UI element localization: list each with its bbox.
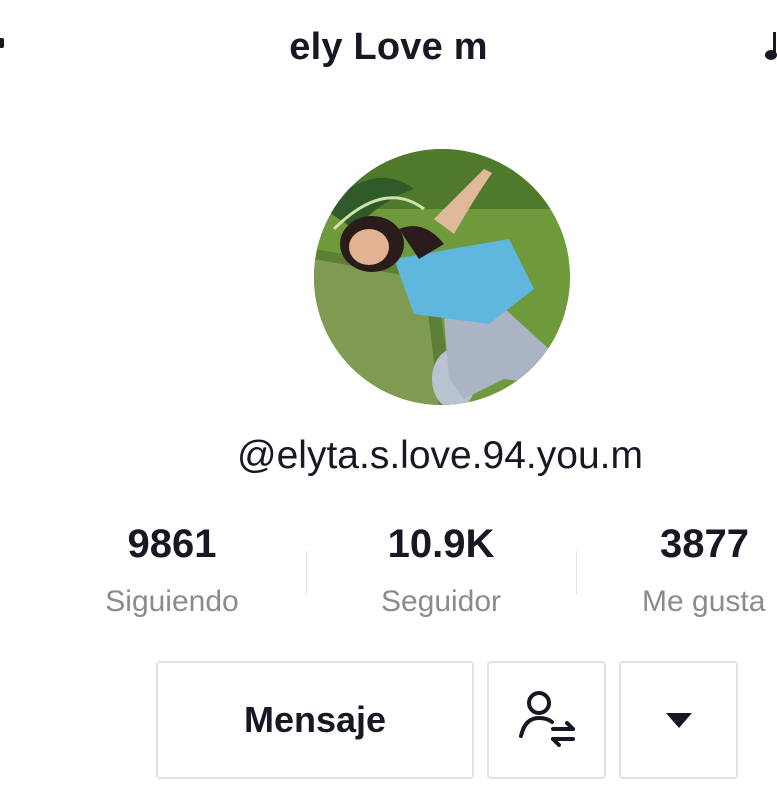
avatar[interactable] — [314, 149, 570, 405]
following-label: Siguiendo — [105, 585, 239, 618]
username-handle: @elyta.s.love.94.you.m — [237, 434, 643, 477]
caret-down-icon — [665, 713, 692, 728]
stat-likes[interactable]: 3877 Me gusta — [642, 520, 777, 620]
following-count: 9861 — [127, 522, 217, 566]
likes-label: Me gusta — [642, 585, 766, 618]
user-swap-icon — [518, 691, 575, 747]
message-button[interactable]: Mensaje — [156, 661, 474, 779]
profile-title: ely Love m — [289, 26, 488, 68]
stat-following[interactable]: 9861 Siguiendo — [72, 520, 272, 620]
friends-button[interactable] — [487, 661, 606, 779]
stat-divider — [576, 551, 577, 595]
likes-count: 3877 — [660, 522, 749, 566]
stat-divider — [306, 551, 307, 595]
followers-label: Seguidor — [380, 585, 502, 618]
followers-count: 10.9K — [387, 522, 495, 566]
stat-followers[interactable]: 10.9K Seguidor — [341, 520, 541, 620]
more-options-button[interactable] — [619, 661, 738, 779]
